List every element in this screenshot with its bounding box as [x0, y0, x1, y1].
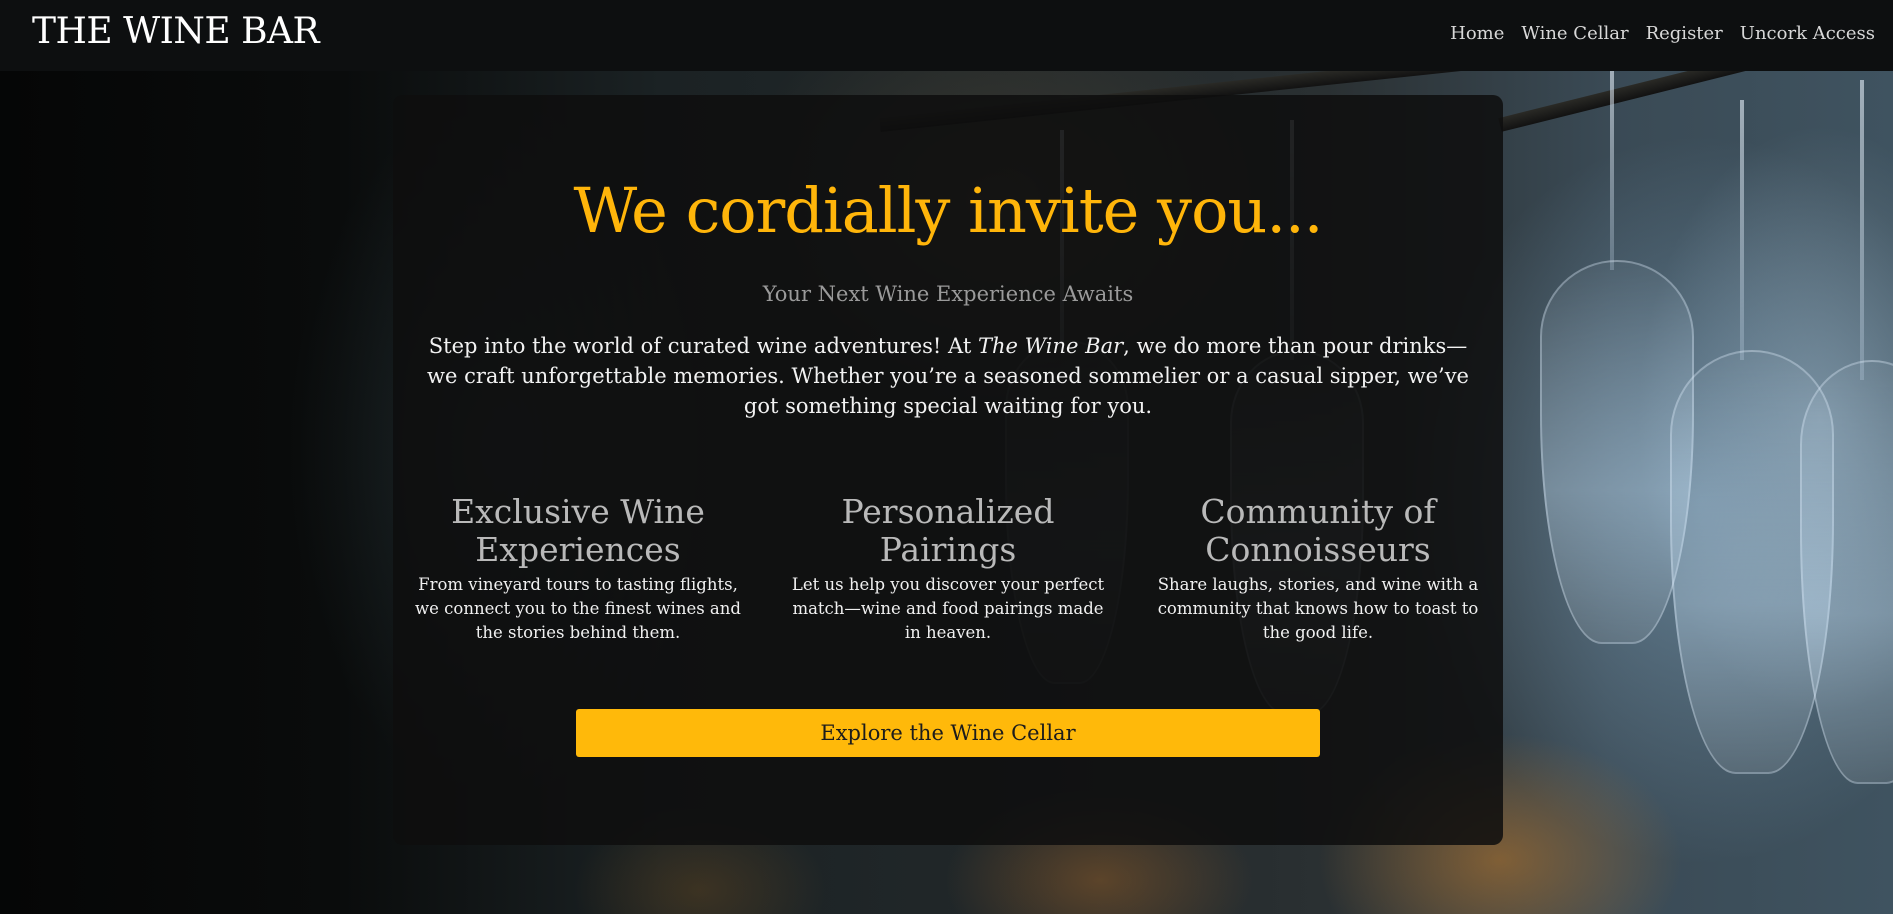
- nav-link-uncork-access[interactable]: Uncork Access: [1740, 22, 1875, 46]
- nav-link-home[interactable]: Home: [1450, 22, 1504, 46]
- page-title: We cordially invite you...: [573, 174, 1324, 247]
- feature-exclusive-experiences: Exclusive Wine Experiences From vineyard…: [413, 493, 743, 645]
- navbar: THE WINE BAR Home Wine Cellar Register U…: [0, 0, 1893, 71]
- glass-stem: [1860, 80, 1864, 380]
- feature-personalized-pairings: Personalized Pairings Let us help you di…: [783, 493, 1113, 645]
- brand-logo[interactable]: THE WINE BAR: [32, 10, 320, 54]
- wine-glass: [1800, 360, 1893, 784]
- feature-description: Share laughs, stories, and wine with a c…: [1157, 575, 1479, 642]
- nav-link-wine-cellar[interactable]: Wine Cellar: [1521, 22, 1628, 46]
- feature-list: Exclusive Wine Experiences From vineyard…: [413, 493, 1483, 645]
- intro-brand-name: The Wine Bar: [977, 334, 1124, 358]
- invitation-card: We cordially invite you... Your Next Win…: [393, 95, 1503, 845]
- glass-stem: [1610, 70, 1614, 270]
- feature-title: Exclusive Wine Experiences: [451, 492, 705, 569]
- nav-links: Home Wine Cellar Register Uncork Access: [1450, 22, 1875, 46]
- glass-stem: [1740, 100, 1744, 360]
- subheading: Your Next Wine Experience Awaits: [762, 282, 1134, 306]
- intro-paragraph: Step into the world of curated wine adve…: [423, 331, 1473, 421]
- feature-title: Personalized Pairings: [841, 492, 1055, 569]
- feature-title: Community of Connoisseurs: [1200, 492, 1436, 569]
- feature-description: Let us help you discover your perfect ma…: [791, 575, 1105, 642]
- explore-wine-cellar-button[interactable]: Explore the Wine Cellar: [576, 709, 1320, 757]
- feature-community: Community of Connoisseurs Share laughs, …: [1153, 493, 1483, 645]
- nav-link-register[interactable]: Register: [1646, 22, 1723, 46]
- intro-text-start: Step into the world of curated wine adve…: [428, 334, 978, 358]
- feature-description: From vineyard tours to tasting flights, …: [415, 575, 741, 642]
- page: THE WINE BAR Home Wine Cellar Register U…: [0, 0, 1893, 914]
